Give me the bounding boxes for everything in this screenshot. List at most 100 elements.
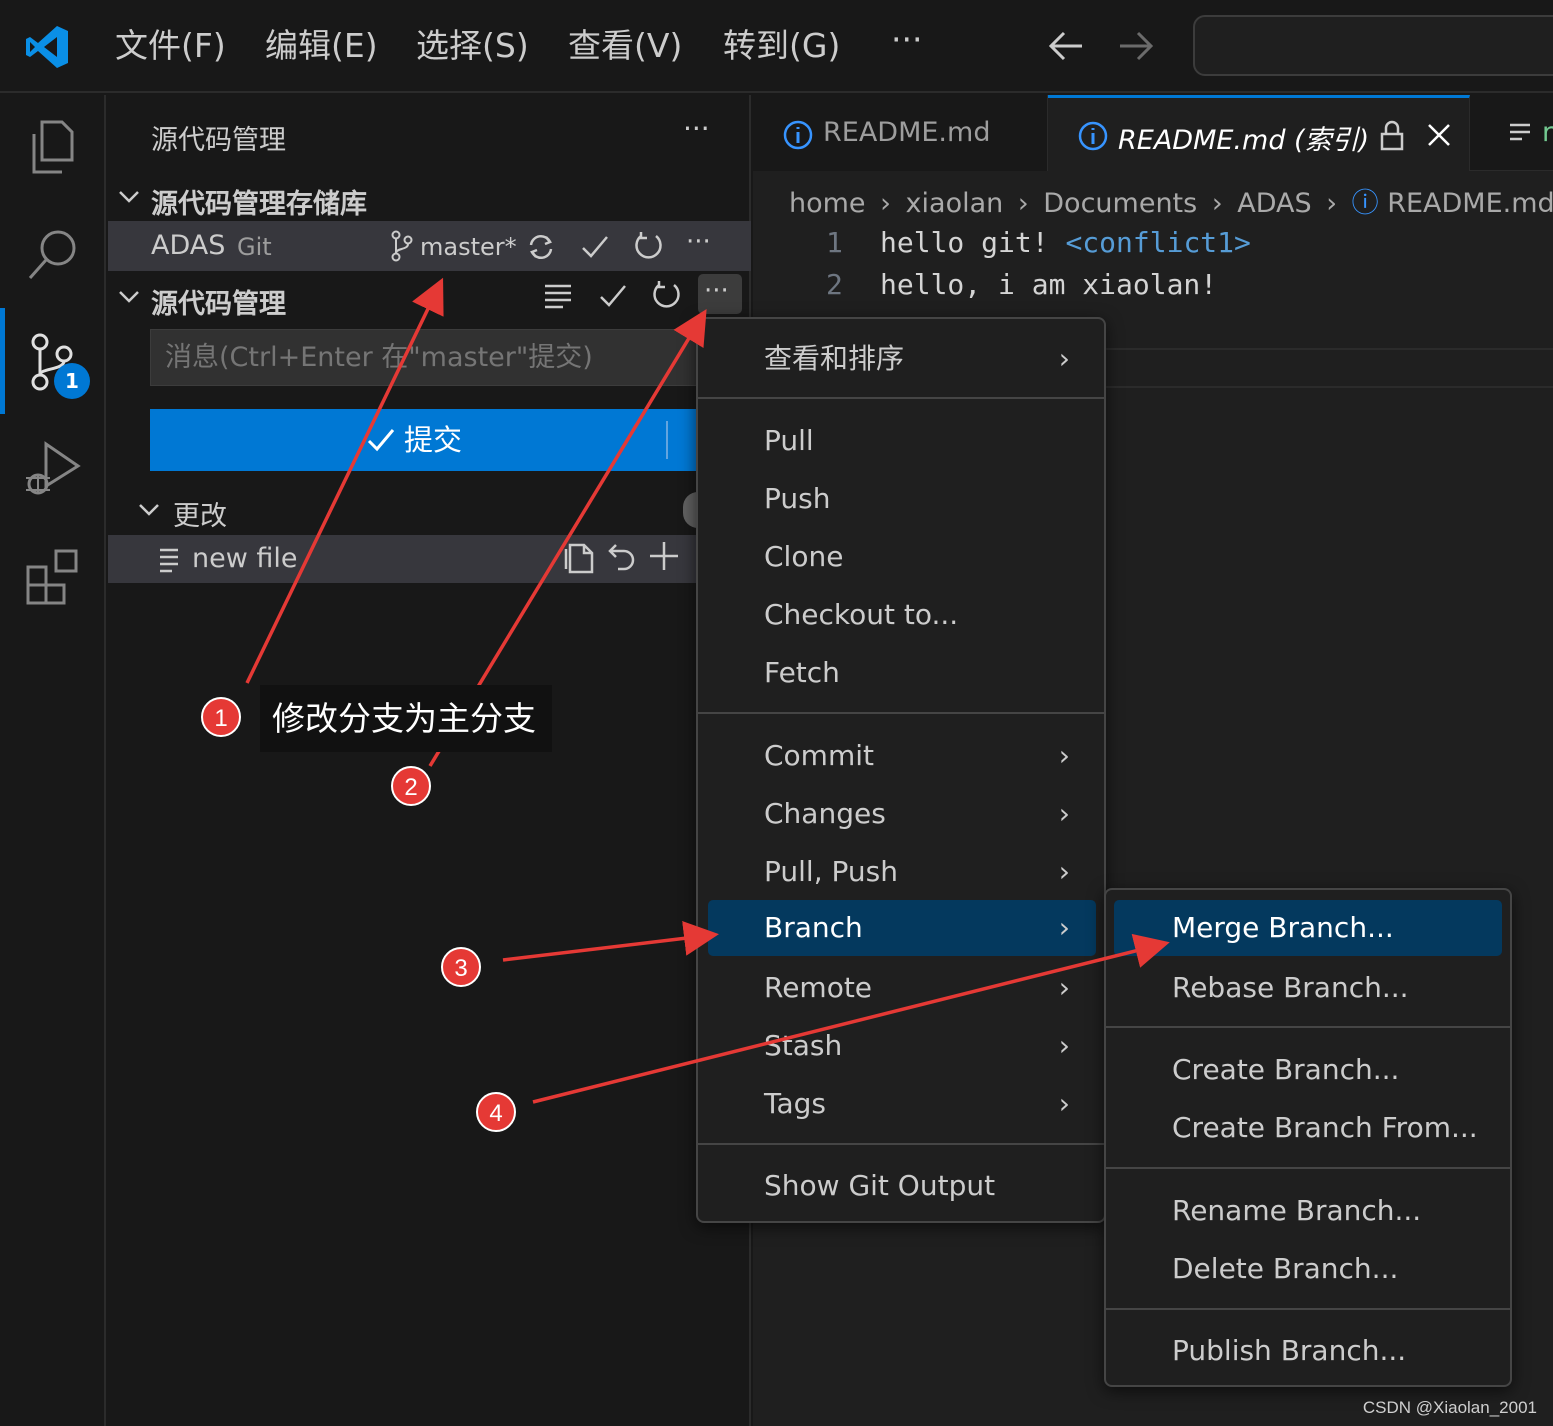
breadcrumb-item[interactable]: Documents xyxy=(1043,188,1197,219)
info-icon xyxy=(783,120,813,150)
menu-separator xyxy=(1106,1026,1510,1028)
refresh-icon[interactable] xyxy=(650,279,682,311)
run-debug-icon[interactable] xyxy=(22,438,84,500)
code-tag: <conflict1> xyxy=(1065,226,1251,259)
menu-clone[interactable]: Clone xyxy=(698,529,1104,585)
menu-pull[interactable]: Pull xyxy=(698,413,1104,469)
discard-changes-icon[interactable] xyxy=(606,539,638,575)
menu-commit[interactable]: Commit › xyxy=(698,728,1104,784)
sync-icon[interactable] xyxy=(526,232,556,262)
changes-header[interactable]: 更改 xyxy=(173,494,227,533)
menu-branch[interactable]: Branch › xyxy=(708,900,1096,956)
view-as-tree-icon[interactable] xyxy=(543,282,573,310)
sidebar-title: 源代码管理 xyxy=(151,125,286,156)
repo-commit-check-icon[interactable] xyxy=(580,233,610,261)
repo-more-icon[interactable]: ··· xyxy=(686,227,711,257)
code-text: hello, i am xiaolan! xyxy=(880,268,1218,301)
menu-delete-branch[interactable]: Delete Branch... xyxy=(1106,1241,1510,1297)
breadcrumb-item[interactable]: xiaolan xyxy=(906,188,1004,219)
search-icon[interactable] xyxy=(22,224,84,286)
text-file-icon xyxy=(160,548,178,573)
menu-tags[interactable]: Tags › xyxy=(698,1076,1104,1132)
menu-create-branch[interactable]: Create Branch... xyxy=(1106,1042,1510,1098)
text-file-icon xyxy=(1510,123,1530,141)
tab-readme[interactable]: README.md xyxy=(753,95,1048,171)
commit-button[interactable]: 提交 xyxy=(150,409,710,471)
code-line[interactable]: hello git! <conflict1> xyxy=(880,226,1251,259)
explorer-icon[interactable] xyxy=(22,116,84,178)
breadcrumb: home › xiaolan › Documents › ADAS › ⓘ RE… xyxy=(789,188,1553,219)
code-line[interactable]: hello, i am xiaolan! xyxy=(880,268,1217,301)
tab-readme-index[interactable]: README.md (索引) xyxy=(1048,95,1470,171)
commit-check-icon[interactable] xyxy=(598,282,628,310)
back-arrow-icon[interactable] xyxy=(1046,28,1086,64)
scm-context-menu: 查看和排序 › Pull Push Clone Checkout to... Fe… xyxy=(696,317,1106,1223)
menu-changes[interactable]: Changes › xyxy=(698,786,1104,842)
active-indicator xyxy=(0,308,5,414)
step-marker-2: 2 xyxy=(391,766,431,806)
file-name: new file xyxy=(192,543,298,574)
menu-more[interactable]: ··· xyxy=(891,16,922,64)
chevron-right-icon: › xyxy=(1058,342,1070,375)
sidebar-more-icon[interactable]: ··· xyxy=(683,112,710,145)
chevron-right-icon: › xyxy=(1058,855,1070,888)
open-file-icon[interactable] xyxy=(562,539,596,575)
chevron-down-icon[interactable] xyxy=(118,287,140,307)
menu-edit[interactable]: 编辑(E) xyxy=(265,22,378,70)
extensions-icon[interactable] xyxy=(22,545,84,607)
menu-rebase-branch[interactable]: Rebase Branch... xyxy=(1106,960,1510,1016)
branch-submenu: Merge Branch... Rebase Branch... Create … xyxy=(1104,888,1512,1387)
menu-view[interactable]: 查看(V) xyxy=(568,22,682,70)
scm-section-header[interactable]: 源代码管理 xyxy=(151,282,286,321)
chevron-right-icon: › xyxy=(1058,1029,1070,1062)
scm-more-button[interactable]: ··· xyxy=(698,274,742,314)
menu-separator xyxy=(1106,1167,1510,1169)
menu-selection[interactable]: 选择(S) xyxy=(416,22,529,70)
commit-message-input[interactable] xyxy=(150,329,710,386)
annotation-callout: 修改分支为主分支 xyxy=(260,685,552,752)
breadcrumb-item[interactable]: ADAS xyxy=(1237,188,1311,219)
title-bar: 文件(F) 编辑(E) 选择(S) 查看(V) 转到(G) ··· xyxy=(0,0,1553,93)
chevron-down-icon[interactable] xyxy=(138,500,160,520)
menu-stash[interactable]: Stash › xyxy=(698,1018,1104,1074)
command-center-search[interactable] xyxy=(1193,15,1553,76)
menu-publish-branch[interactable]: Publish Branch... xyxy=(1106,1323,1510,1379)
menu-fetch[interactable]: Fetch xyxy=(698,645,1104,701)
breadcrumb-item[interactable]: README.md xyxy=(1387,188,1553,219)
menu-rename-branch[interactable]: Rename Branch... xyxy=(1106,1183,1510,1239)
chevron-down-icon[interactable] xyxy=(118,187,140,207)
chevron-right-icon: › xyxy=(1058,1087,1070,1120)
tab3-label[interactable]: r xyxy=(1542,117,1553,148)
menu-pull-push[interactable]: Pull, Push › xyxy=(698,844,1104,900)
menu-show-git-output[interactable]: Show Git Output xyxy=(698,1158,1104,1214)
branch-name[interactable]: master* xyxy=(420,233,517,261)
commit-button-label: 提交 xyxy=(404,423,463,457)
menu-remote[interactable]: Remote › xyxy=(698,960,1104,1016)
vscode-logo-icon xyxy=(26,26,68,68)
step-marker-3: 3 xyxy=(441,947,481,987)
menu-push[interactable]: Push xyxy=(698,471,1104,527)
code-text: hello git! xyxy=(880,226,1066,259)
repo-name: ADAS xyxy=(151,230,226,261)
step-marker-4: 4 xyxy=(476,1092,516,1132)
menu-checkout[interactable]: Checkout to... xyxy=(698,587,1104,643)
lock-icon xyxy=(1380,120,1404,151)
menu-view-sort[interactable]: 查看和排序 › xyxy=(698,331,1104,387)
repos-section-header[interactable]: 源代码管理存储库 xyxy=(151,182,367,221)
breadcrumb-info-icon: ⓘ xyxy=(1351,188,1379,219)
menu-merge-branch[interactable]: Merge Branch... xyxy=(1114,900,1502,956)
check-icon xyxy=(367,429,395,452)
forward-arrow-icon[interactable] xyxy=(1116,28,1156,64)
watermark: CSDN @Xiaolan_2001 xyxy=(1362,1398,1537,1417)
stage-changes-plus-icon[interactable] xyxy=(648,540,680,572)
menu-go[interactable]: 转到(G) xyxy=(723,22,840,70)
repo-refresh-icon[interactable] xyxy=(632,230,664,262)
branch-icon xyxy=(391,230,413,262)
info-icon xyxy=(1078,121,1108,151)
menu-file[interactable]: 文件(F) xyxy=(115,22,226,70)
menu-create-branch-from[interactable]: Create Branch From... xyxy=(1106,1100,1510,1156)
menu-separator xyxy=(1106,1308,1510,1310)
close-icon[interactable] xyxy=(1426,122,1452,148)
changes-badge: 1 xyxy=(54,363,90,399)
breadcrumb-item[interactable]: home xyxy=(789,188,866,219)
